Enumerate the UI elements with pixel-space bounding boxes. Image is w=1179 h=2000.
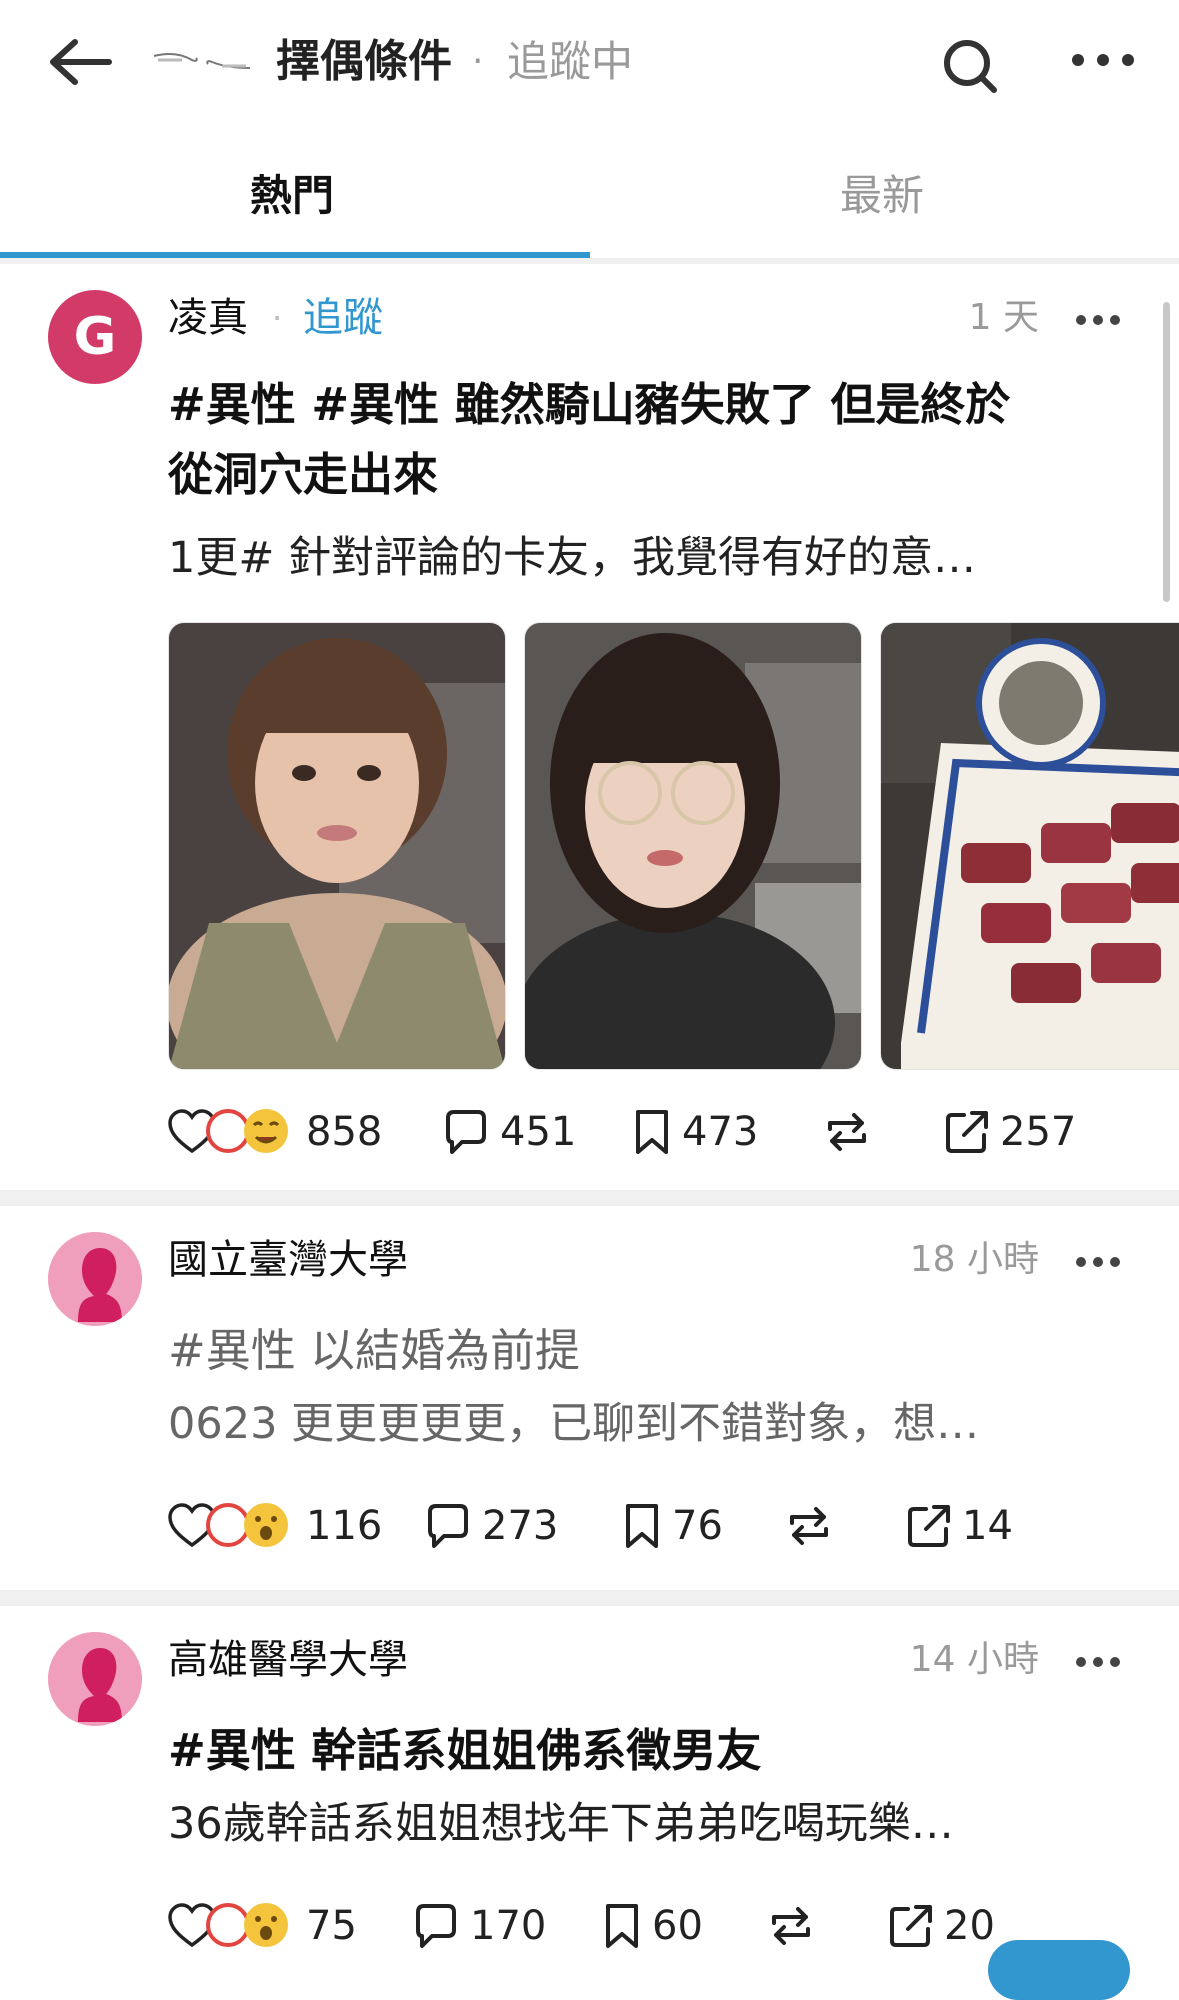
post-card[interactable]: 國立臺灣大學 18 小時 #異性 以結婚為前提 0623 更更更更更，已聊到不錯… xyxy=(0,1206,1179,1590)
title-separator: · xyxy=(472,41,484,82)
author-name[interactable]: 凌真 xyxy=(168,290,248,346)
back-button[interactable] xyxy=(44,26,116,98)
post-photo[interactable] xyxy=(524,622,862,1070)
reaction-count: 116 xyxy=(306,1503,383,1549)
search-icon xyxy=(944,40,997,93)
comment-button[interactable]: 273 xyxy=(424,1496,558,1556)
board-logo-icon xyxy=(152,38,252,88)
repost-button[interactable] xyxy=(768,1896,814,1956)
search-button[interactable] xyxy=(930,26,1010,106)
more-icon xyxy=(1076,1257,1120,1267)
tab-hot[interactable]: 熱門 xyxy=(250,166,334,226)
repost-button[interactable] xyxy=(824,1102,870,1162)
selfie-photo-image xyxy=(169,623,505,1069)
post-card[interactable]: 高雄醫學大學 14 小時 #異性 幹話系姐姐佛系徵男友 36歲幹話系姐姐想找年下… xyxy=(0,1606,1179,1969)
save-button[interactable]: 473 xyxy=(632,1102,758,1162)
share-count: 20 xyxy=(944,1903,995,1949)
comment-icon xyxy=(416,1904,456,1948)
author-name[interactable]: 高雄醫學大學 xyxy=(168,1632,408,1688)
share-button[interactable]: 20 xyxy=(888,1896,995,1956)
tab-latest[interactable]: 最新 xyxy=(840,166,924,226)
repost-icon xyxy=(790,1507,828,1545)
comment-count: 170 xyxy=(470,1903,547,1949)
female-avatar-icon xyxy=(48,1632,142,1726)
reaction-emoji-icon xyxy=(168,1109,288,1154)
post-time: 18 小時 xyxy=(909,1239,1039,1280)
comment-count: 273 xyxy=(482,1503,559,1549)
comment-button[interactable]: 170 xyxy=(412,1896,546,1956)
top-bar: 擇偶條件 · 追蹤中 xyxy=(0,0,1179,125)
active-tab-indicator xyxy=(0,252,590,258)
share-icon xyxy=(890,1905,932,1947)
arrow-left-icon xyxy=(50,39,112,85)
author-name[interactable]: 國立臺灣大學 xyxy=(168,1232,408,1288)
avatar-letter: G xyxy=(73,307,117,367)
avatar[interactable] xyxy=(48,1632,142,1726)
post-time: 14 小時 xyxy=(909,1639,1039,1680)
comment-icon xyxy=(446,1110,486,1154)
post-title[interactable]: #異性 幹話系姐姐佛系徵男友 xyxy=(168,1716,1108,1786)
scrollbar[interactable] xyxy=(1163,302,1170,602)
share-button[interactable]: 257 xyxy=(944,1102,1076,1162)
share-button[interactable]: 14 xyxy=(906,1496,1013,1556)
post-divider xyxy=(0,1190,1179,1206)
comment-icon xyxy=(428,1504,468,1548)
share-count: 14 xyxy=(962,1503,1013,1549)
post-photo[interactable] xyxy=(880,622,1179,1070)
repost-button[interactable] xyxy=(786,1496,832,1556)
avatar[interactable] xyxy=(48,1232,142,1326)
more-icon xyxy=(1076,1657,1120,1667)
post-excerpt[interactable]: 0623 更更更更更，已聊到不錯對象，想… xyxy=(168,1394,1128,1454)
share-icon xyxy=(908,1505,950,1547)
bookmark-icon xyxy=(606,1904,638,1948)
post-title[interactable]: #異性 以結婚為前提 xyxy=(168,1316,1108,1386)
more-icon xyxy=(1072,54,1134,66)
bookmark-icon xyxy=(626,1504,658,1548)
follow-button[interactable]: 追蹤 xyxy=(303,290,383,346)
more-icon xyxy=(1076,315,1120,325)
photo-strip[interactable] xyxy=(168,622,1179,1070)
save-button[interactable]: 76 xyxy=(622,1496,723,1556)
post-excerpt[interactable]: 36歲幹話系姐姐想找年下弟弟吃喝玩樂… xyxy=(168,1794,1128,1854)
feed-tabs: 熱門 最新 xyxy=(0,136,1179,264)
post-excerpt[interactable]: 1更# 針對評論的卡友，我覺得有好的意… xyxy=(168,528,1128,588)
post-title-line: #異性 #異性 雖然騎山豬失敗了 但是終於 xyxy=(168,378,1011,431)
reaction-button[interactable]: 116 xyxy=(168,1496,382,1556)
repost-icon xyxy=(828,1113,866,1151)
save-count: 60 xyxy=(652,1903,703,1949)
more-options-button[interactable] xyxy=(1058,30,1148,90)
post-photo[interactable] xyxy=(168,622,506,1070)
bookmark-icon xyxy=(636,1110,668,1154)
board-title: 擇偶條件 xyxy=(276,36,452,87)
save-count: 473 xyxy=(682,1109,759,1155)
steak-plate-image xyxy=(881,623,1179,1069)
avatar[interactable]: G xyxy=(48,290,142,384)
follow-status-button[interactable]: 追蹤中 xyxy=(507,32,633,92)
post-more-button[interactable] xyxy=(1068,1642,1128,1682)
reaction-count: 858 xyxy=(306,1109,383,1155)
reaction-emoji-icon xyxy=(168,1503,288,1548)
new-post-button[interactable] xyxy=(988,1940,1130,2000)
post-card[interactable]: G 凌真 · 追蹤 1 天 #異性 #異性 雖然騎山豬失敗了 但是終於 從洞穴走… xyxy=(0,264,1179,1189)
comment-button[interactable]: 451 xyxy=(442,1102,576,1162)
save-button[interactable]: 60 xyxy=(602,1896,703,1956)
reaction-emoji-icon xyxy=(168,1903,288,1948)
reaction-count: 75 xyxy=(306,1903,357,1949)
post-time: 1 天 xyxy=(968,297,1039,338)
save-count: 76 xyxy=(672,1503,723,1549)
reaction-button[interactable]: 75 xyxy=(168,1896,357,1956)
share-count: 257 xyxy=(1000,1109,1077,1155)
share-icon xyxy=(946,1111,988,1153)
comment-count: 451 xyxy=(500,1109,577,1155)
repost-icon xyxy=(772,1907,810,1945)
post-more-button[interactable] xyxy=(1068,1242,1128,1282)
female-avatar-icon xyxy=(48,1232,142,1326)
selfie-glasses-image xyxy=(525,623,861,1069)
post-title[interactable]: #異性 #異性 雖然騎山豬失敗了 但是終於 從洞穴走出來 xyxy=(168,370,1108,510)
reaction-button[interactable]: 858 xyxy=(168,1102,382,1162)
follow-separator: · xyxy=(272,299,283,337)
post-title-line: 從洞穴走出來 xyxy=(168,448,439,501)
post-more-button[interactable] xyxy=(1068,300,1128,340)
post-divider xyxy=(0,1590,1179,1606)
